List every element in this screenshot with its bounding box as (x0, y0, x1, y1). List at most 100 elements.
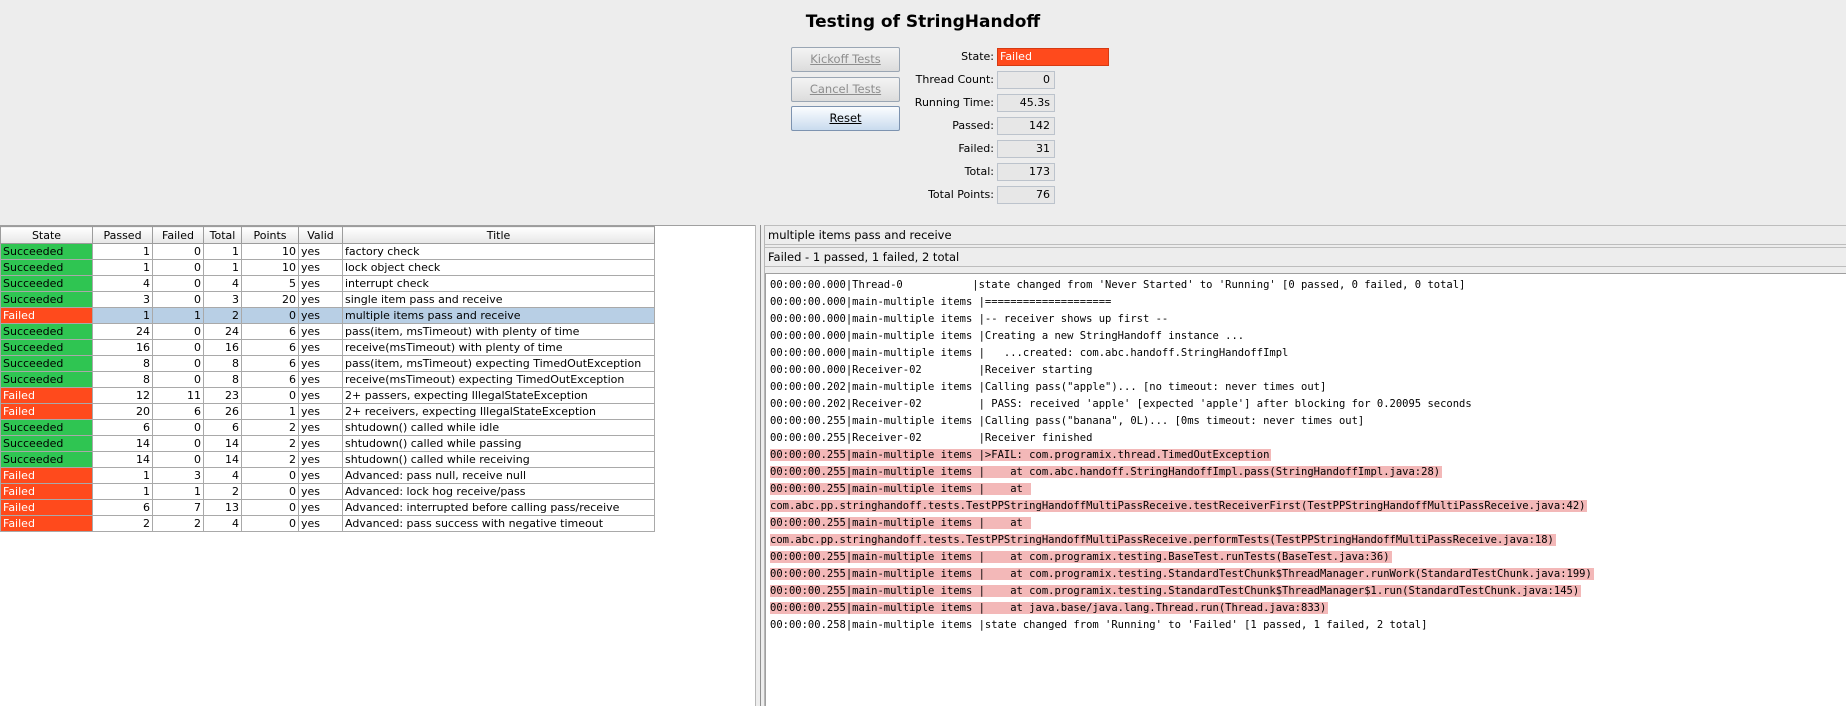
number-cell: 16 (92, 339, 153, 356)
log-line: 00:00:00.255|main-multiple items | at co… (766, 566, 1846, 583)
stat-label: Thread Count: (915, 73, 994, 86)
column-header[interactable]: Passed (92, 226, 153, 244)
split-pane-divider[interactable] (755, 225, 765, 706)
valid-cell: yes (298, 259, 343, 276)
number-cell: 2 (203, 483, 242, 500)
number-cell: 24 (203, 323, 242, 340)
number-cell: 4 (203, 467, 242, 484)
table-row[interactable]: Succeeded 16 0 16 6 yes receive(msTimeout) wit… (0, 339, 655, 356)
stat-value: 0 (997, 71, 1055, 89)
column-header[interactable]: Title (342, 226, 655, 244)
valid-cell: yes (298, 435, 343, 452)
stat-value: 142 (997, 117, 1055, 135)
log-line: 00:00:00.000|Thread-0 |state changed fro… (766, 277, 1846, 294)
table-row[interactable]: Succeeded 14 0 14 2 yes shtudown() called whil… (0, 451, 655, 468)
table-row[interactable]: Failed 1 1 2 0 yes multiple items pass and rec… (0, 307, 655, 324)
table-row[interactable]: Succeeded 14 0 14 2 yes shtudown() called whil… (0, 435, 655, 452)
number-cell: 1 (152, 483, 204, 500)
table-row[interactable]: Succeeded 8 0 8 6 yes receive(msTimeout) expec… (0, 371, 655, 388)
log-line: 00:00:00.255|main-multiple items | at (766, 515, 1846, 532)
log-line-text: 00:00:00.000|main-multiple items |Creati… (770, 330, 1245, 342)
number-cell: 1 (92, 467, 153, 484)
number-cell: 4 (203, 275, 242, 292)
column-header[interactable]: Valid (298, 226, 343, 244)
test-log-output[interactable]: 00:00:00.000|Thread-0 |state changed fro… (765, 273, 1846, 706)
title-cell: pass(item, msTimeout) expecting TimedOut… (342, 355, 655, 372)
valid-cell: yes (298, 451, 343, 468)
table-row[interactable]: Failed 1 1 2 0 yes Advanced: lock hog receive/… (0, 483, 655, 500)
number-cell: 14 (203, 435, 242, 452)
number-cell: 10 (241, 243, 299, 260)
number-cell: 3 (203, 291, 242, 308)
number-cell: 8 (203, 355, 242, 372)
number-cell: 0 (152, 259, 204, 276)
state-cell: Succeeded (0, 451, 93, 468)
title-cell: receive(msTimeout) with plenty of time (342, 339, 655, 356)
number-cell: 13 (203, 499, 242, 516)
table-row[interactable]: Succeeded 4 0 4 5 yes interrupt check (0, 275, 655, 292)
number-cell: 1 (241, 403, 299, 420)
column-header[interactable]: Points (241, 226, 299, 244)
number-cell: 0 (241, 499, 299, 516)
test-detail-pane: multiple items pass and receive Failed -… (765, 225, 1846, 706)
log-line-text: 00:00:00.255|main-multiple items |>FAIL:… (770, 449, 1272, 461)
state-cell: Succeeded (0, 435, 93, 452)
state-cell: Succeeded (0, 323, 93, 340)
number-cell: 12 (92, 387, 153, 404)
table-row[interactable]: Failed 20 6 26 1 yes 2+ receivers, expecting I… (0, 403, 655, 420)
title-cell: single item pass and receive (342, 291, 655, 308)
title-cell: Advanced: lock hog receive/pass (342, 483, 655, 500)
number-cell: 6 (152, 403, 204, 420)
number-cell: 8 (92, 355, 153, 372)
stat-row: Passed: 142 (880, 117, 1080, 135)
number-cell: 4 (203, 515, 242, 532)
table-row[interactable]: Succeeded 1 0 1 10 yes lock object check (0, 259, 655, 276)
log-line: 00:00:00.255|Receiver-02 |Receiver finis… (766, 430, 1846, 447)
valid-cell: yes (298, 339, 343, 356)
number-cell: 6 (92, 419, 153, 436)
table-row[interactable]: Succeeded 24 0 24 6 yes pass(item, msTimeout) … (0, 323, 655, 340)
table-row[interactable]: Failed 6 7 13 0 yes Advanced: interrupted befo… (0, 499, 655, 516)
table-row[interactable]: Succeeded 6 0 6 2 yes shtudown() called while … (0, 419, 655, 436)
table-row[interactable]: Succeeded 3 0 3 20 yes single item pass and re… (0, 291, 655, 308)
column-header[interactable]: Failed (152, 226, 204, 244)
state-cell: Succeeded (0, 419, 93, 436)
log-line-text: 00:00:00.255|main-multiple items | at co… (770, 466, 1443, 478)
title-cell: interrupt check (342, 275, 655, 292)
column-header[interactable]: State (0, 226, 93, 244)
log-line-text: 00:00:00.255|main-multiple items | at ja… (770, 602, 1329, 614)
valid-cell: yes (298, 355, 343, 372)
log-line: 00:00:00.255|main-multiple items | at ja… (766, 600, 1846, 617)
log-line: 00:00:00.258|main-multiple items |state … (766, 617, 1846, 634)
number-cell: 6 (203, 419, 242, 436)
column-header[interactable]: Total (203, 226, 242, 244)
log-line: 00:00:00.000|Receiver-02 |Receiver start… (766, 362, 1846, 379)
table-row[interactable]: Failed 2 2 4 0 yes Advanced: pass success with… (0, 515, 655, 532)
selected-test-name: multiple items pass and receive (765, 225, 1846, 245)
log-line: com.abc.pp.stringhandoff.tests.TestPPStr… (766, 498, 1846, 515)
stat-row: Running Time: 45.3s (880, 94, 1080, 112)
log-line: 00:00:00.202|main-multiple items |Callin… (766, 379, 1846, 396)
stat-row: Thread Count: 0 (880, 71, 1080, 89)
number-cell: 0 (241, 467, 299, 484)
table-row[interactable]: Failed 1 3 4 0 yes Advanced: pass null, receiv… (0, 467, 655, 484)
valid-cell: yes (298, 243, 343, 260)
valid-cell: yes (298, 483, 343, 500)
log-line-text: 00:00:00.000|main-multiple items |======… (770, 296, 1112, 308)
table-row[interactable]: Succeeded 8 0 8 6 yes pass(item, msTimeout) ex… (0, 355, 655, 372)
state-cell: Failed (0, 387, 93, 404)
state-cell: Succeeded (0, 371, 93, 388)
state-cell: Succeeded (0, 259, 93, 276)
test-table-pane: State Passed Failed Total Points Valid Title S… (0, 225, 755, 706)
title-cell: multiple items pass and receive (342, 307, 655, 324)
state-cell: Failed (0, 467, 93, 484)
number-cell: 0 (152, 355, 204, 372)
number-cell: 14 (203, 451, 242, 468)
table-row[interactable]: Failed 12 11 23 0 yes 2+ passers, expecting Il… (0, 387, 655, 404)
valid-cell: yes (298, 419, 343, 436)
table-row[interactable]: Succeeded 1 0 1 10 yes factory check (0, 243, 655, 260)
title-cell: 2+ passers, expecting IllegalStateExcept… (342, 387, 655, 404)
valid-cell: yes (298, 323, 343, 340)
log-line-text: 00:00:00.255|Receiver-02 |Receiver finis… (770, 432, 1093, 444)
window-title: Testing of StringHandoff (805, 12, 1041, 32)
